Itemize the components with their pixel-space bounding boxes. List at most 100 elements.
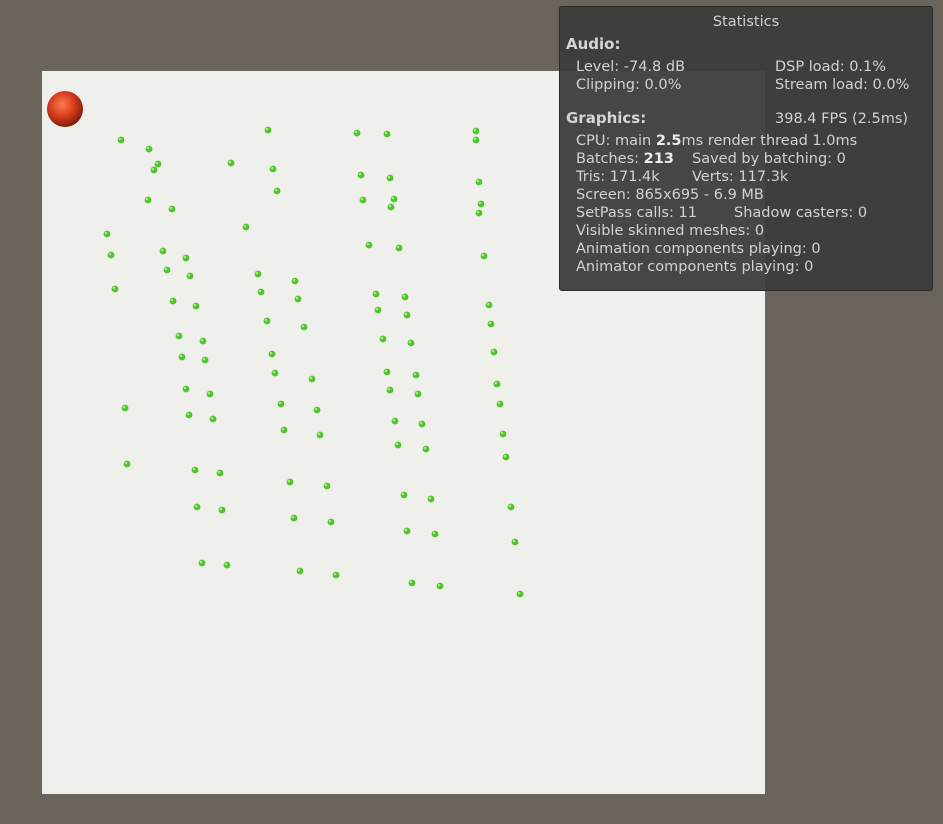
green-pickup-icon [254,270,262,278]
fps-readout: 398.4 FPS (2.5ms) [775,111,909,127]
green-pickup-icon [186,272,194,280]
green-pickup-icon [175,332,183,340]
green-pickup-icon [294,295,302,303]
green-pickup-icon [365,241,373,249]
green-pickup-icon [313,406,321,414]
verts-readout: Verts: 117.3k [692,169,789,185]
cpu-suffix: ms render thread 1.0ms [681,133,858,149]
green-pickup-icon [286,478,294,486]
green-pickup-icon [379,335,387,343]
green-pickup-icon [123,460,131,468]
green-pickup-icon [206,390,214,398]
animator-components: Animator components playing: 0 [576,259,814,275]
cpu-readout: CPU: main 2.5ms render thread 1.0ms [576,132,857,150]
green-pickup-icon [117,136,125,144]
green-pickup-icon [218,506,226,514]
green-pickup-icon [291,277,299,285]
cpu-main-value: 2.5 [655,133,682,149]
red-sphere-icon[interactable] [47,91,83,127]
green-pickup-icon [472,136,480,144]
green-pickup-icon [502,453,510,461]
batches-value: 213 [643,151,674,167]
green-pickup-icon [477,200,485,208]
green-pickup-icon [193,503,201,511]
green-pickup-icon [201,356,209,364]
green-pickup-icon [154,160,162,168]
green-pickup-icon [387,203,395,211]
green-pickup-icon [182,385,190,393]
green-pickup-icon [391,417,399,425]
green-pickup-icon [490,348,498,356]
green-pickup-icon [296,567,304,575]
audio-level: Level: -74.8 dB [576,59,686,75]
green-pickup-icon [383,130,391,138]
green-pickup-icon [257,288,265,296]
batches-readout: Batches: 213 [576,150,674,168]
green-pickup-icon [150,166,158,174]
green-pickup-icon [431,530,439,538]
green-pickup-icon [144,196,152,204]
green-pickup-icon [386,174,394,182]
green-pickup-icon [185,411,193,419]
green-pickup-icon [418,420,426,428]
green-pickup-icon [300,323,308,331]
green-pickup-icon [107,251,115,259]
setpass-readout: SetPass calls: 11 [576,205,697,221]
green-pickup-icon [395,244,403,252]
green-pickup-icon [403,311,411,319]
green-pickup-icon [359,196,367,204]
pickup-group [103,126,524,598]
green-pickup-icon [103,230,111,238]
green-pickup-icon [308,375,316,383]
green-pickup-icon [163,266,171,274]
green-pickup-icon [192,302,200,310]
clipping: Clipping: 0.0% [576,77,682,93]
green-pickup-icon [264,126,272,134]
green-pickup-icon [408,579,416,587]
green-pickup-icon [353,129,361,137]
green-pickup-icon [386,386,394,394]
shadow-casters: Shadow casters: 0 [734,205,868,221]
green-pickup-icon [216,469,224,477]
green-pickup-icon [357,171,365,179]
green-pickup-icon [271,369,279,377]
green-pickup-icon [191,466,199,474]
green-pickup-icon [401,293,409,301]
stream-load: Stream load: 0.0% [775,77,910,93]
green-pickup-icon [400,491,408,499]
dsp-load: DSP load: 0.1% [775,59,887,75]
green-pickup-icon [332,571,340,579]
green-pickup-icon [475,209,483,217]
green-pickup-icon [327,518,335,526]
panel-title: Statistics [712,14,780,30]
statistics-panel: Statistics Audio: Level: -74.8 dB DSP lo… [559,6,933,291]
green-pickup-icon [316,431,324,439]
green-pickup-icon [493,380,501,388]
batches-prefix: Batches: [576,151,644,167]
animation-components: Animation components playing: 0 [576,241,821,257]
green-pickup-icon [487,320,495,328]
cpu-prefix: CPU: main [576,133,656,149]
green-pickup-icon [178,353,186,361]
green-pickup-icon [499,430,507,438]
green-pickup-icon [436,582,444,590]
green-pickup-icon [480,252,488,260]
audio-heading: Audio: [566,35,621,53]
green-pickup-icon [383,368,391,376]
green-pickup-icon [209,415,217,423]
green-pickup-icon [511,538,519,546]
green-pickup-icon [223,561,231,569]
green-pickup-icon [198,559,206,567]
visible-skinned-meshes: Visible skinned meshes: 0 [576,223,765,239]
green-pickup-icon [475,178,483,186]
tris-readout: Tris: 171.4k [576,169,660,185]
green-pickup-icon [407,339,415,347]
green-pickup-icon [496,400,504,408]
screen-readout: Screen: 865x695 - 6.9 MB [576,187,764,203]
green-pickup-icon [390,195,398,203]
green-pickup-icon [412,371,420,379]
green-pickup-icon [111,285,119,293]
green-pickup-icon [159,247,167,255]
saved-by-batching: Saved by batching: 0 [692,151,846,167]
green-pickup-icon [199,337,207,345]
